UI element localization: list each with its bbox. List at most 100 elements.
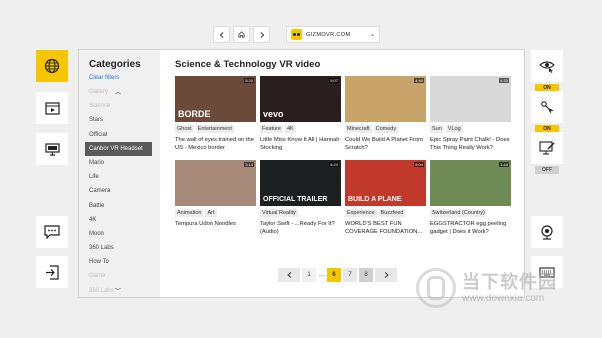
video-thumbnail[interactable]: 5:20 BORDE	[175, 76, 256, 122]
category-item[interactable]: Official	[85, 128, 152, 142]
category-item[interactable]: Moon	[85, 227, 152, 241]
site-selector[interactable]: GIZMOVR.COM ⌄	[286, 26, 380, 43]
video-card[interactable]: 3:14 Animation Art Tempura Udon Noodles	[175, 160, 256, 236]
video-tag[interactable]: Virtual Reality	[260, 209, 298, 217]
category-item[interactable]: 360 Labs	[85, 241, 152, 255]
video-title[interactable]: Taylor Swift - ...Ready For It? (Audio)	[260, 220, 341, 236]
video-tag[interactable]: Animation	[175, 209, 204, 217]
chat-button[interactable]	[36, 216, 68, 248]
globe-button[interactable]	[36, 50, 68, 82]
category-list: Gallery Science Stars Official Canbor VR Hea…	[85, 85, 160, 297]
category-item[interactable]: Stars	[85, 113, 152, 127]
scroll-down-icon[interactable]: ﹀	[115, 286, 121, 295]
video-card[interactable]: 4:24 OFFICIAL TRAILER Virtual Reality Taylo…	[260, 160, 341, 236]
clear-filters-link[interactable]: Clear filters	[89, 75, 160, 81]
video-card[interactable]: 8:04 BUILD A PLANE Experience Buzzfeed WORLD…	[345, 160, 426, 236]
page-ellipsis: ...	[319, 272, 325, 278]
video-title[interactable]: The wall of eyes trained on the US - Mex…	[175, 136, 256, 152]
eye-tracking-tile[interactable]	[531, 50, 563, 82]
video-tag[interactable]: Comedy	[373, 125, 399, 133]
screen-edit-tile[interactable]	[531, 132, 563, 164]
pointer-toggle[interactable]: ON	[531, 91, 563, 133]
video-thumbnail[interactable]: 4:40	[345, 76, 426, 122]
video-card[interactable]: 5:07 vevo Feature 4K Little Miss Know It All…	[260, 76, 341, 152]
video-tag[interactable]: Buzzfeed	[378, 209, 406, 217]
chevron-left-icon	[219, 31, 223, 38]
watermark-url: www.downxia.com	[462, 292, 545, 304]
globe-icon	[44, 58, 60, 74]
video-tags: Experience Buzzfeed	[345, 209, 426, 217]
screen-edit-toggle[interactable]: OFF	[531, 132, 563, 174]
webcam-button[interactable]	[531, 216, 563, 248]
video-card[interactable]: 5:20 BORDE Ghost Entertainment The wall of e…	[175, 76, 256, 152]
eye-tracking-toggle[interactable]: ON	[531, 50, 563, 92]
video-duration: 4:24	[329, 162, 339, 167]
video-thumbnail[interactable]: 8:04 BUILD A PLANE	[345, 160, 426, 206]
thumbnail-overlay-text: OFFICIAL TRAILER	[263, 196, 328, 203]
category-item[interactable]: Game	[85, 269, 152, 283]
video-thumbnail[interactable]: 3:14	[175, 160, 256, 206]
home-button[interactable]	[233, 26, 250, 43]
monitor-button[interactable]	[36, 133, 68, 165]
video-thumbnail[interactable]: 4:24 OFFICIAL TRAILER	[260, 160, 341, 206]
category-item[interactable]: Life	[85, 170, 152, 184]
exit-icon	[45, 264, 59, 280]
pointer-tile[interactable]	[531, 91, 563, 123]
video-card[interactable]: 4:40 Minecraft Comedy Could We Build A Plan…	[345, 76, 426, 152]
video-tag[interactable]: 4K	[284, 125, 296, 133]
section-heading: Science & Technology VR video	[175, 59, 321, 70]
video-card[interactable]: 1:44 Switzerland (Country) EGGSTRACTOR egg…	[430, 160, 511, 236]
video-title[interactable]: Tempura Udon Noodles	[175, 220, 256, 228]
video-tag[interactable]: Switzerland (Country)	[430, 209, 487, 217]
eye-cursor-icon	[539, 60, 555, 73]
video-card[interactable]: 4:33 Sun VLog Epic Spray Paint Chalk! - Doe…	[430, 76, 511, 152]
pagination: 1 ... 6 7 8	[278, 268, 398, 282]
category-item[interactable]: Canbor VR Headset	[85, 141, 152, 156]
video-tag[interactable]: Ghost	[175, 125, 194, 133]
video-tag[interactable]: Experience	[345, 209, 377, 217]
video-title[interactable]: EGGSTRACTOR egg peeling gadget | Does it…	[430, 220, 511, 236]
video-thumbnail[interactable]: 5:07 vevo	[260, 76, 341, 122]
page-1-button[interactable]: 1	[302, 268, 316, 282]
video-tag[interactable]: Art	[205, 209, 217, 217]
video-title[interactable]: WORLD'S BEST FUN COVERAGE FOUNDATION...	[345, 220, 426, 236]
video-tags: Minecraft Comedy	[345, 125, 426, 133]
video-tags: Ghost Entertainment	[175, 125, 256, 133]
video-title[interactable]: Little Miss Know It All | Hannah Stockin…	[260, 136, 341, 152]
watermark: 当下软件园 www.downxia.com	[416, 268, 557, 308]
video-tag[interactable]: Minecraft	[345, 125, 372, 133]
category-item[interactable]: How To	[85, 255, 152, 269]
video-tags: Virtual Reality	[260, 209, 341, 217]
video-title[interactable]: Epic Spray Paint Chalk! - Does This Thin…	[430, 136, 511, 152]
video-thumbnail[interactable]: 1:44	[430, 160, 511, 206]
video-tags: Switzerland (Country)	[430, 209, 511, 217]
page-8-button[interactable]: 8	[359, 268, 374, 282]
video-thumbnail[interactable]: 4:33	[430, 76, 511, 122]
video-tag[interactable]: Entertainment	[195, 125, 234, 133]
video-player-button[interactable]	[36, 92, 68, 124]
chevron-down-icon: ⌄	[369, 32, 375, 38]
category-item[interactable]: Mario	[85, 156, 152, 170]
page-7-button[interactable]: 7	[343, 268, 358, 282]
prev-page-button[interactable]	[278, 268, 300, 282]
monitor-icon	[44, 142, 60, 156]
webcam-icon	[541, 224, 553, 240]
category-item[interactable]: Camera	[85, 184, 152, 198]
watermark-logo-icon	[416, 268, 456, 308]
video-tag[interactable]: VLog	[445, 125, 463, 133]
video-grid: 5:20 BORDE Ghost Entertainment The wall of e…	[175, 76, 524, 236]
video-tags: Animation Art	[175, 209, 256, 217]
video-tag[interactable]: Sun	[430, 125, 444, 133]
video-duration: 1:44	[499, 162, 509, 167]
page-6-button[interactable]: 6	[327, 268, 342, 282]
video-title[interactable]: Could We Build A Planet From Scratch?	[345, 136, 426, 152]
category-item[interactable]: 4K	[85, 213, 152, 227]
category-item[interactable]: Battle	[85, 199, 152, 213]
back-button[interactable]	[213, 26, 230, 43]
forward-button[interactable]	[253, 26, 270, 43]
scroll-up-icon[interactable]: ︿	[115, 87, 121, 96]
exit-button[interactable]	[36, 256, 68, 288]
category-item[interactable]: Science	[85, 99, 152, 113]
video-tag[interactable]: Feature	[260, 125, 283, 133]
next-page-button[interactable]	[375, 268, 398, 282]
